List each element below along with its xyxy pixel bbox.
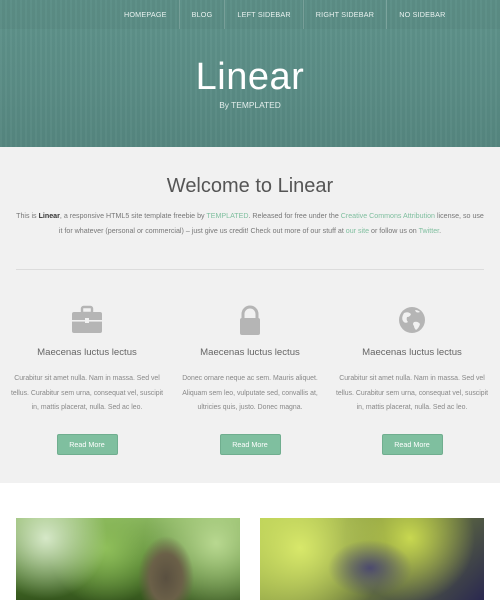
feature-text: Curabitur sit amet nulla. Nam in massa. … — [10, 375, 164, 411]
twitter-link[interactable]: Twitter — [419, 227, 440, 235]
nav-no-sidebar[interactable]: NO SIDEBAR — [386, 0, 457, 29]
briefcase-icon — [69, 302, 105, 338]
feature-column-2: Maecenas luctus lectus Donec ornare nequ… — [170, 302, 330, 455]
globe-icon — [394, 302, 430, 338]
forest-photo — [16, 518, 240, 600]
intro-text: This is — [16, 212, 39, 220]
feature-title: Maecenas luctus lectus — [37, 347, 137, 358]
intro-text: , a responsive HTML5 site template freeb… — [59, 212, 207, 220]
feature-title: Maecenas luctus lectus — [200, 347, 300, 358]
read-more-button[interactable]: Read More — [56, 433, 118, 455]
section-divider — [16, 269, 484, 270]
leaf-photo — [260, 518, 484, 600]
lock-icon — [232, 302, 268, 338]
site-byline: By TEMPLATED — [219, 100, 281, 110]
nav-right-sidebar[interactable]: RIGHT SIDEBAR — [302, 0, 386, 29]
nav-blog[interactable]: BLOG — [178, 0, 225, 29]
license-link[interactable]: Creative Commons Attribution — [341, 212, 435, 220]
intro-brand: Linear — [38, 212, 60, 220]
our-site-link[interactable]: our site — [346, 227, 369, 235]
header-banner: HOMEPAGE BLOG LEFT SIDEBAR RIGHT SIDEBAR… — [0, 0, 500, 147]
read-more-button[interactable]: Read More — [219, 433, 281, 455]
feature-title: Maecenas luctus lectus — [362, 347, 462, 358]
intro-text: . — [439, 226, 442, 235]
feature-column-3: Maecenas luctus lectus Curabitur sit ame… — [332, 302, 492, 455]
nav-homepage[interactable]: HOMEPAGE — [112, 0, 179, 29]
feature-column-1: Maecenas luctus lectus Curabitur sit ame… — [7, 302, 167, 455]
nav-left-sidebar[interactable]: LEFT SIDEBAR — [224, 0, 302, 29]
intro-paragraph: This is Linear, a responsive HTML5 site … — [14, 209, 486, 238]
read-more-button[interactable]: Read More — [381, 433, 443, 455]
feature-text: Donec ornare neque ac sem. Mauris alique… — [182, 375, 318, 411]
feature-text: Curabitur sit amet nulla. Nam in massa. … — [335, 375, 489, 411]
intro-text: or follow us on — [369, 226, 419, 235]
templated-link[interactable]: TEMPLATED — [206, 212, 248, 220]
welcome-title: Welcome to Linear — [166, 175, 334, 197]
welcome-section: Welcome to Linear This is Linear, a resp… — [0, 147, 500, 483]
top-navigation: HOMEPAGE BLOG LEFT SIDEBAR RIGHT SIDEBAR… — [0, 0, 500, 29]
intro-text: . Released for free under the — [248, 212, 341, 220]
site-logo[interactable]: Linear — [0, 56, 500, 99]
